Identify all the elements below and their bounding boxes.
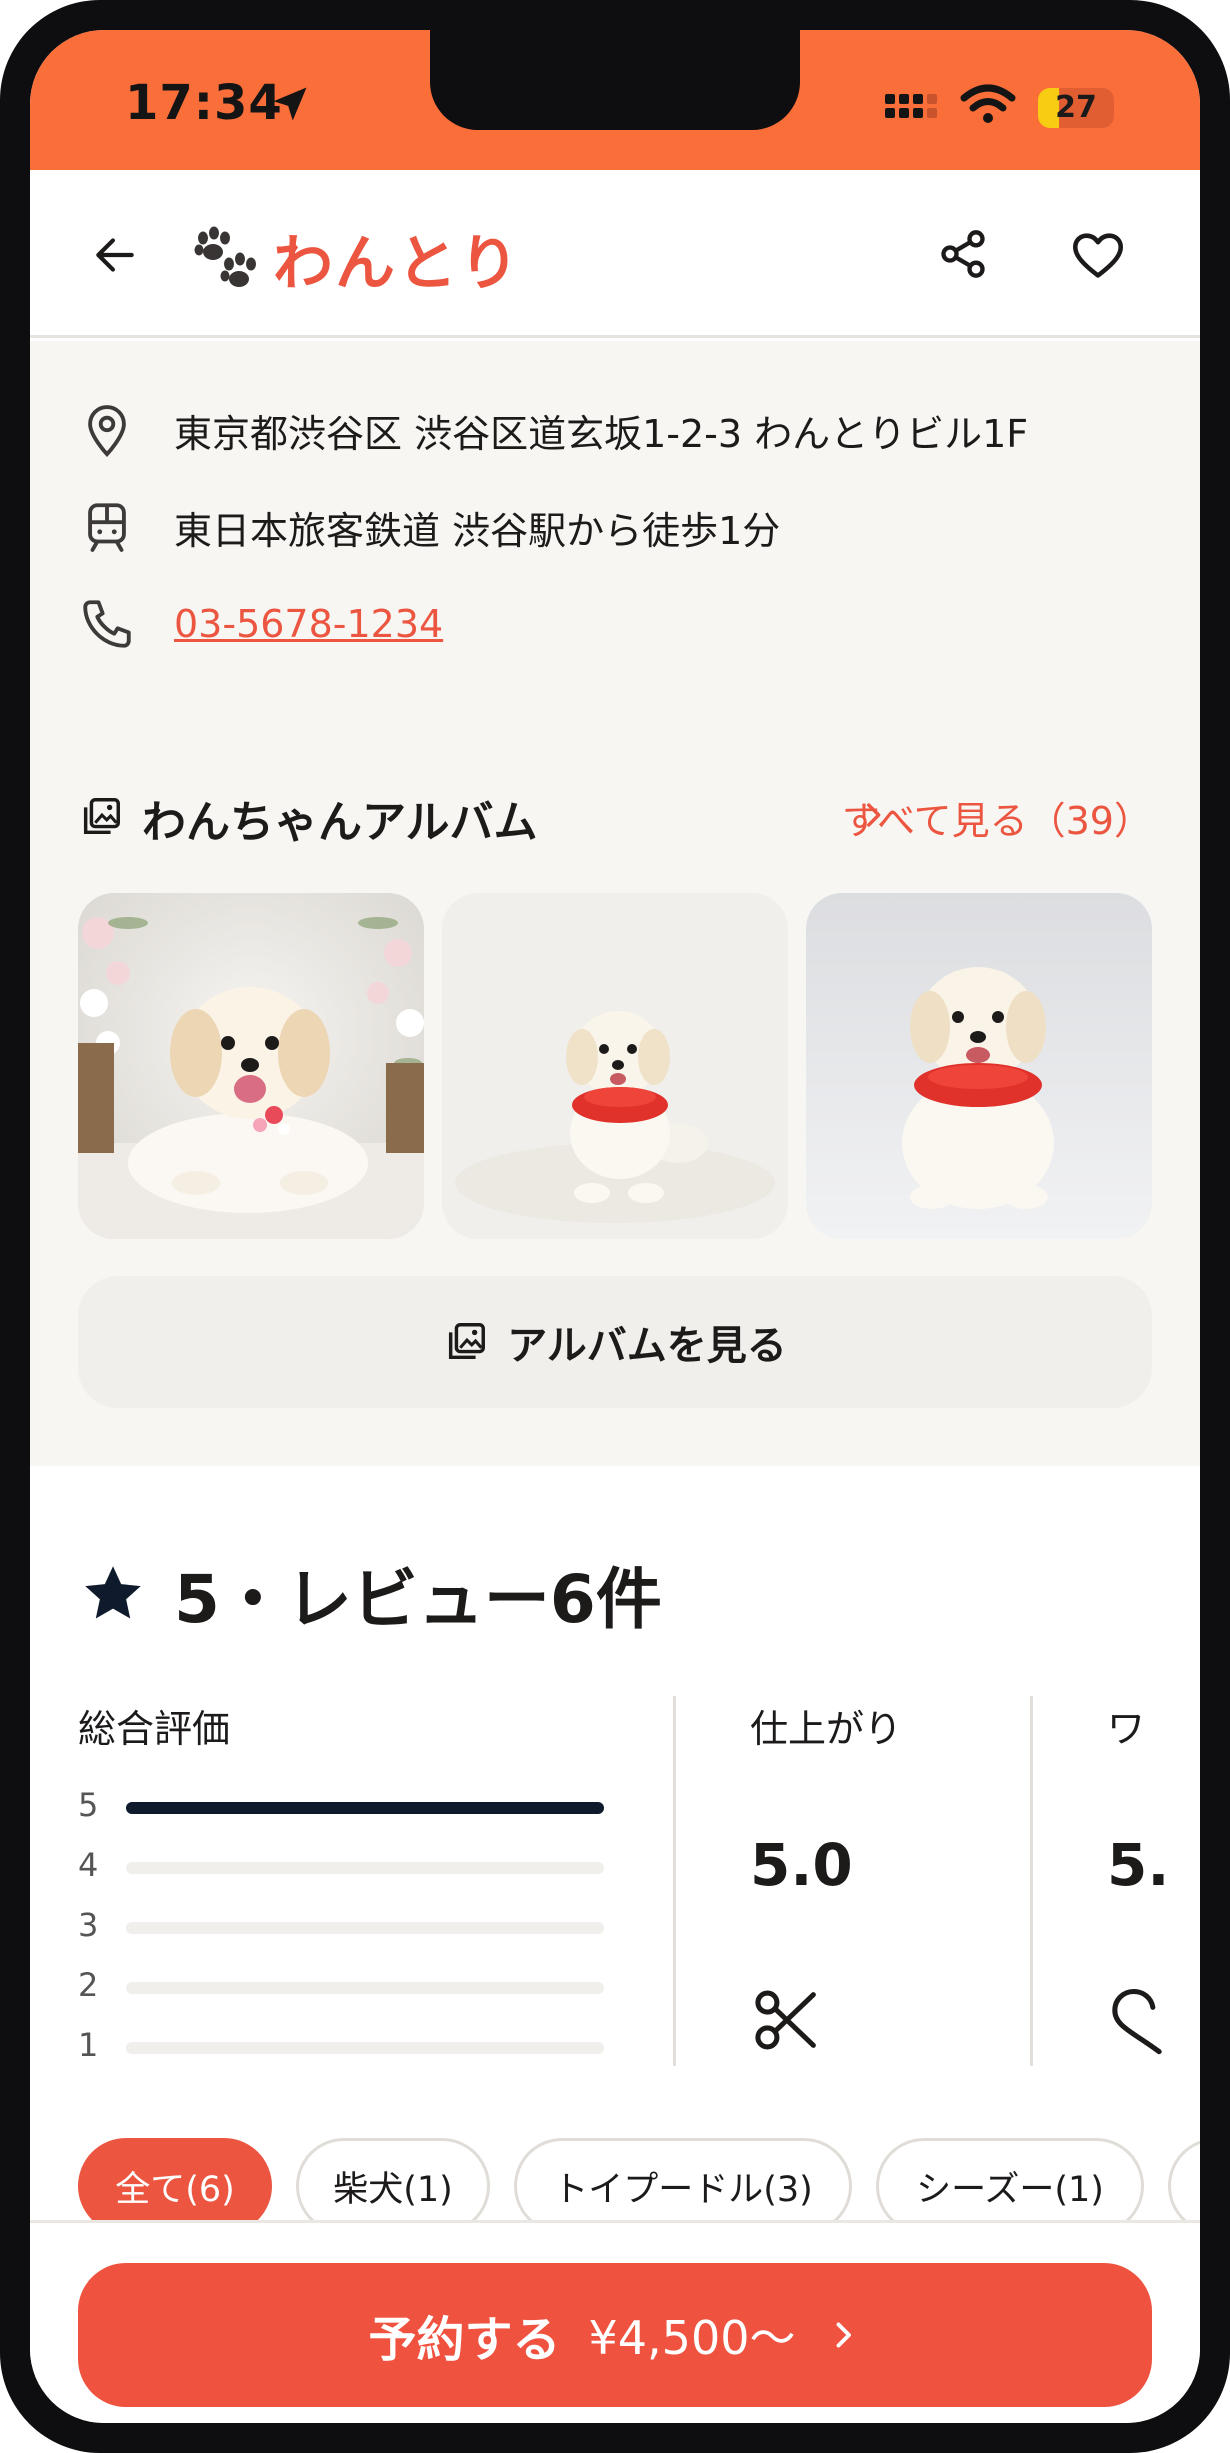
metric-divider [1030, 1696, 1033, 2066]
access-text: 東日本旅客鉄道 渋谷駅から徒歩1分 [174, 508, 781, 553]
view-album-button[interactable]: アルバムを見る [78, 1276, 1152, 1408]
dog-photo-red-collar-gray[interactable] [806, 893, 1152, 1239]
view-album-inner: アルバムを見る [78, 1276, 1152, 1408]
dog-image [442, 893, 788, 1239]
metric-label-finish: 仕上がり [750, 1707, 903, 1751]
rating-bar-row: 1 [78, 2026, 638, 2066]
brand-title: わんとり [273, 229, 521, 299]
notch [430, 30, 800, 130]
phone-link[interactable]: 03-5678-1234 [174, 602, 443, 646]
rating-star-label: 4 [78, 1846, 99, 1884]
status-time: 17:34 [125, 75, 283, 131]
dog-image [78, 893, 424, 1239]
shop-info-section: 東京都渋谷区 渋谷区道玄坂1-2-3 わんとりビル1F 東日本旅客鉄道 渋谷駅か… [30, 341, 1200, 1466]
album-title: わんちゃんアルバム [142, 797, 538, 848]
gallery-icon [83, 798, 120, 835]
paw-icon [194, 226, 256, 287]
share-icon[interactable] [937, 228, 989, 280]
rating-star-label: 3 [78, 1906, 99, 1944]
metric-value-finish: 5.0 [750, 1831, 853, 1899]
reserve-button[interactable]: 予約する ¥4,500〜 [78, 2263, 1152, 2407]
phone-frame: 17:34 27 わんとり 東京都渋谷区 渋谷区道玄坂1-2-3 わんとりビル1… [0, 0, 1230, 2453]
address-text: 東京都渋谷区 渋谷区道玄坂1-2-3 わんとりビル1F [174, 411, 1029, 456]
address-row: 東京都渋谷区 渋谷区道玄坂1-2-3 わんとりビル1F [78, 401, 1028, 459]
rating-star-label: 5 [78, 1786, 99, 1824]
app-header: わんとり [30, 170, 1200, 338]
rating-bar-track [126, 1922, 604, 1934]
rating-star-label: 2 [78, 1966, 99, 2004]
booking-footer: 予約する ¥4,500〜 [30, 2220, 1200, 2423]
phone-icon [83, 600, 131, 648]
reviews-title: 5・レビュー6件 [174, 1561, 662, 1638]
metric-divider [673, 1696, 676, 2066]
access-row: 東日本旅客鉄道 渋谷駅から徒歩1分 [78, 498, 780, 556]
rating-star-label: 1 [78, 2026, 99, 2064]
album-header: わんちゃんアルバム すべて見る（39） [78, 786, 1152, 848]
chevron-right-icon [866, 803, 881, 827]
wifi-icon [960, 84, 1016, 123]
back-arrow-icon[interactable] [90, 230, 140, 280]
chevron-right-icon [837, 2322, 852, 2348]
rating-bar-row: 3 [78, 1906, 638, 1946]
phone-row: 03-5678-1234 [78, 595, 443, 653]
battery-icon: 27 [1038, 88, 1114, 128]
metric-label-second: ワ [1107, 1707, 1146, 1751]
rating-bar-row: 5 [78, 1786, 638, 1826]
hook-icon [1112, 1988, 1162, 2055]
signal-icon [885, 94, 937, 118]
rating-bar-row: 4 [78, 1846, 638, 1886]
reserve-label: 予約する [368, 2312, 561, 2368]
rating-bar-track [126, 1982, 604, 1994]
train-icon [88, 503, 126, 552]
rating-bar-track [126, 1802, 604, 1814]
see-all-link[interactable]: すべて見る（39） [842, 790, 1152, 845]
dog-image [806, 893, 1152, 1239]
star-icon [85, 1566, 141, 1619]
view-album-label: アルバムを見る [507, 1323, 787, 1369]
screen: 17:34 27 わんとり 東京都渋谷区 渋谷区道玄坂1-2-3 わんとりビル1… [30, 30, 1200, 2423]
gallery-icon [449, 1323, 486, 1360]
location-arrow-icon [273, 87, 307, 121]
status-bar: 17:34 27 [30, 30, 1200, 170]
heart-icon[interactable] [1070, 230, 1126, 280]
album-photos [78, 893, 1152, 1239]
reviews-header: 5・レビュー6件 [78, 1554, 662, 1638]
rating-bar-track [126, 2042, 604, 2054]
rating-bar-row: 2 [78, 1966, 638, 2006]
battery-level: 27 [1055, 90, 1097, 125]
reviews-section: 5・レビュー6件 総合評価 5 4 3 2 1 仕上がり 5.0 ワ 5. 全て… [30, 1466, 1200, 2256]
map-pin-icon [88, 405, 126, 458]
metric-value-second: 5. [1107, 1831, 1170, 1899]
dog-photo-red-collar[interactable] [442, 893, 788, 1239]
reserve-price: ¥4,500〜 [588, 2311, 796, 2365]
rating-bar-track [126, 1862, 604, 1874]
rating-bar-fill [126, 1802, 604, 1814]
overall-rating-label: 総合評価 [78, 1707, 231, 1751]
scissors-icon [755, 1990, 816, 2050]
dog-photo-flowers[interactable] [78, 893, 424, 1239]
